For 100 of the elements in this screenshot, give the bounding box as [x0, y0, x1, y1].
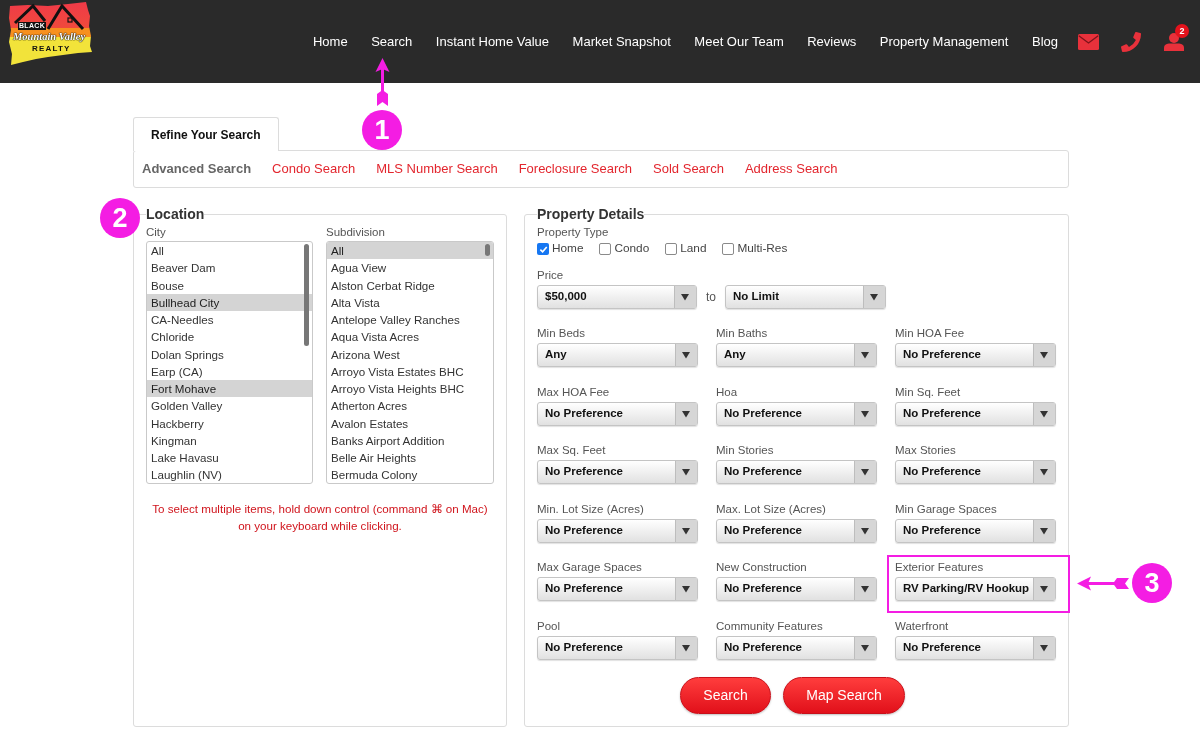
listbox[interactable]: All Beaver Dam Bouse Bullhead City CA-Needles Chloride Dolan Springs Earp (CA) Fort Mohave Golden Valley Hackberry Kingman Lake Havasu Laughlin (NV)	[146, 241, 313, 484]
list-option[interactable]: Bullhead City	[147, 293, 312, 311]
caret-down-icon[interactable]	[675, 461, 697, 483]
list-option[interactable]: Arizona West	[327, 345, 493, 363]
search-type-link[interactable]: Address Search	[744, 159, 838, 179]
list-option[interactable]: Lake Havasu	[147, 449, 312, 467]
list-option[interactable]: Laughlin (NV)	[147, 466, 312, 483]
caret-down-icon[interactable]	[1033, 519, 1055, 542]
checkbox[interactable]	[722, 243, 735, 255]
list-option[interactable]: Earp (CA)	[147, 362, 312, 380]
list-option[interactable]: Beaver Dam	[147, 259, 312, 277]
caret-down-icon[interactable]	[675, 636, 697, 659]
list-option[interactable]: Dolan Springs	[147, 345, 312, 363]
field-label: Min Sq. Feet	[895, 384, 962, 399]
nav-link[interactable]: Property Management	[879, 33, 1009, 50]
list-option[interactable]: Kingman	[147, 431, 312, 449]
list-option[interactable]: Aqua Vista Acres	[327, 328, 493, 346]
dropdown[interactable]: No Preference	[537, 577, 698, 601]
dropdown[interactable]: No Preference	[537, 635, 698, 660]
list-option[interactable]: CA-Needles	[147, 311, 312, 329]
dropdown[interactable]: No Preference	[537, 401, 698, 426]
dropdown[interactable]: RV Parking/RV Hookup	[895, 577, 1056, 601]
caret-down-icon[interactable]	[675, 402, 697, 425]
dropdown[interactable]: No Preference	[895, 518, 1056, 543]
nav-link[interactable]: Reviews	[807, 33, 857, 50]
list-option[interactable]: Arroyo Vista Estates BHC	[327, 362, 493, 380]
search-type-link[interactable]: MLS Number Search	[376, 159, 498, 179]
dropdown[interactable]: No Preference	[895, 401, 1056, 426]
caret-down-icon[interactable]	[675, 344, 697, 366]
nav-link[interactable]: Meet Our Team	[694, 33, 784, 50]
list-option[interactable]: Arroyo Vista Heights BHC	[327, 380, 493, 398]
list-option[interactable]: Belle Air Heights	[327, 449, 493, 467]
dropdown[interactable]: No Preference	[895, 460, 1056, 484]
nav-link[interactable]: Blog	[1031, 33, 1058, 50]
nav-link[interactable]: Instant Home Value	[435, 33, 550, 50]
caret-down-icon[interactable]	[674, 286, 696, 308]
nav-link[interactable]: Market Snapshot	[572, 33, 671, 50]
mountain-logo-icon[interactable]	[8, 2, 93, 66]
list-option[interactable]: Bouse	[147, 276, 312, 294]
checkbox[interactable]	[537, 243, 549, 255]
list-option[interactable]: Chloride	[147, 328, 312, 346]
list-option[interactable]: Alston Cerbat Ridge	[327, 276, 493, 294]
action-button[interactable]: Search	[680, 676, 771, 714]
dropdown[interactable]: No Preference	[716, 635, 877, 660]
caret-down-icon[interactable]	[854, 461, 876, 483]
dropdown[interactable]: No Preference	[895, 635, 1056, 660]
caret-down-icon[interactable]	[854, 402, 876, 425]
list-option[interactable]: Alta Vista	[327, 293, 493, 311]
user-icon[interactable]	[1164, 32, 1184, 51]
dropdown[interactable]: No Preference	[537, 460, 698, 484]
list-option[interactable]: Fort Mohave	[147, 380, 312, 398]
phone-icon[interactable]	[1121, 31, 1141, 52]
nav-link[interactable]: Search	[371, 33, 413, 50]
checkbox[interactable]	[665, 243, 678, 255]
list-option[interactable]: Avalon Estates	[327, 414, 493, 432]
list-option[interactable]: Banks Airport Addition	[327, 431, 493, 449]
scrollbar-thumb[interactable]	[485, 244, 490, 256]
list-option[interactable]: Bermuda Colony	[327, 466, 493, 483]
caret-down-icon[interactable]	[854, 578, 876, 600]
caret-down-icon[interactable]	[854, 519, 876, 542]
dropdown[interactable]: Any	[716, 343, 877, 367]
caret-down-icon[interactable]	[675, 519, 697, 542]
panel-title: Location	[146, 206, 205, 223]
dropdown[interactable]: $50,000	[537, 285, 697, 309]
list-option[interactable]: All	[327, 242, 493, 260]
caret-down-icon[interactable]	[1033, 578, 1055, 600]
list-option[interactable]: Agua View	[327, 259, 493, 277]
list-option[interactable]: Hackberry	[147, 414, 312, 432]
list-option[interactable]: Antelope Valley Ranches	[327, 311, 493, 329]
field-label: Pool	[537, 618, 562, 633]
caret-down-icon[interactable]	[1033, 402, 1055, 425]
search-type-link[interactable]: Condo Search	[272, 159, 356, 179]
listbox[interactable]	[326, 241, 494, 484]
caret-down-icon[interactable]	[863, 286, 885, 308]
list-option[interactable]: All	[147, 242, 312, 260]
caret-down-icon[interactable]	[854, 636, 876, 659]
mail-icon[interactable]	[1078, 33, 1099, 50]
dropdown[interactable]: No Limit	[725, 285, 886, 309]
search-type-link[interactable]: Sold Search	[653, 159, 724, 179]
search-type-link[interactable]: Advanced Search	[142, 159, 252, 179]
search-type-link[interactable]: Foreclosure Search	[518, 159, 633, 179]
dropdown[interactable]: No Preference	[716, 460, 877, 484]
caret-down-icon[interactable]	[675, 578, 697, 600]
tab[interactable]: Refine Your Search	[133, 117, 279, 151]
list-option[interactable]: Atherton Acres	[327, 397, 493, 415]
dropdown[interactable]: No Preference	[716, 577, 877, 601]
caret-down-icon[interactable]	[1033, 344, 1055, 366]
checkbox[interactable]	[599, 243, 612, 255]
caret-down-icon[interactable]	[1033, 461, 1055, 483]
list-option[interactable]: Golden Valley	[147, 397, 312, 415]
dropdown[interactable]: No Preference	[716, 518, 877, 543]
action-button[interactable]: Map Search	[783, 676, 905, 714]
dropdown[interactable]: No Preference	[716, 401, 877, 426]
caret-down-icon[interactable]	[854, 344, 876, 366]
scrollbar-thumb[interactable]	[304, 244, 309, 346]
nav-link[interactable]: Home	[312, 33, 348, 50]
caret-down-icon[interactable]	[1033, 636, 1055, 659]
dropdown[interactable]: Any	[537, 343, 698, 367]
dropdown[interactable]: No Preference	[537, 518, 698, 543]
dropdown[interactable]: No Preference	[895, 343, 1056, 367]
